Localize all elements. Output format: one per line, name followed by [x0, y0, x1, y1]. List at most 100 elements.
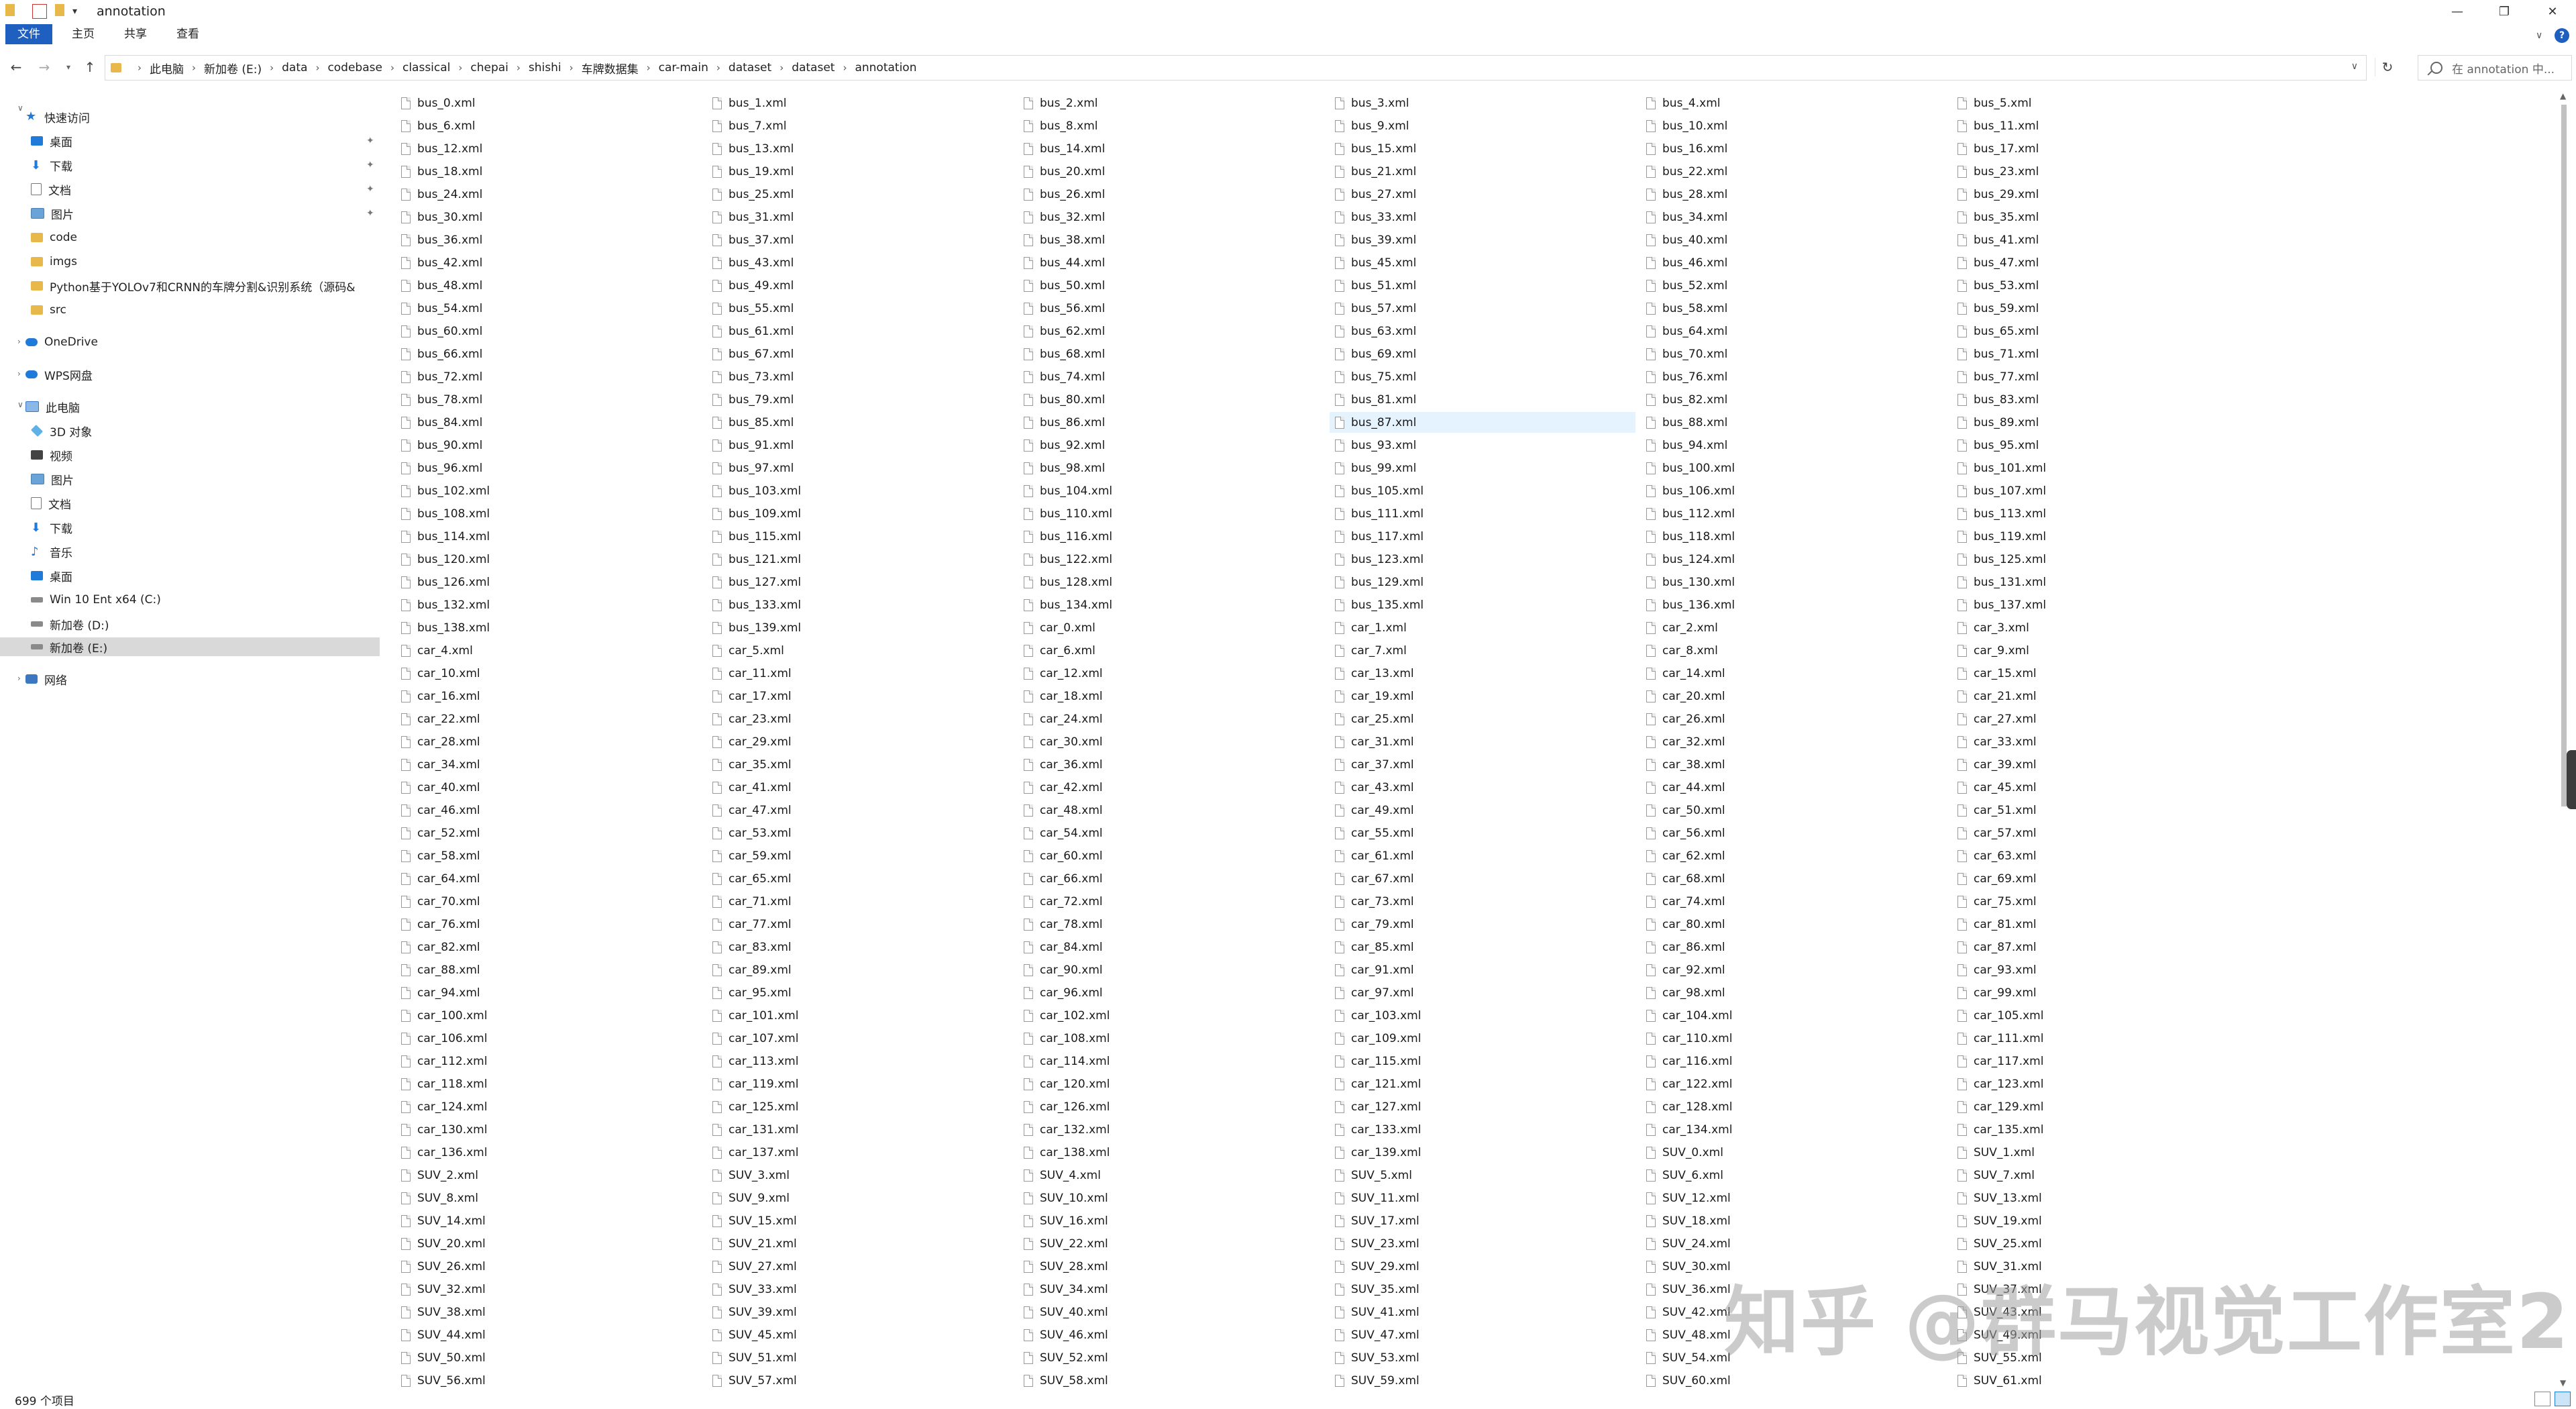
file-item[interactable]: SUV_1.xml — [1952, 1142, 2258, 1163]
maximize-button[interactable]: ❐ — [2494, 3, 2514, 20]
file-item[interactable]: car_15.xml — [1952, 663, 2258, 684]
file-item[interactable]: car_5.xml — [707, 640, 1013, 661]
file-item[interactable]: bus_98.xml — [1018, 458, 1324, 478]
file-item[interactable]: car_124.xml — [396, 1096, 702, 1117]
breadcrumb-codebase[interactable]: codebase — [327, 61, 382, 74]
file-item[interactable]: car_51.xml — [1952, 800, 2258, 821]
scroll-up-icon[interactable]: ▲ — [2560, 91, 2566, 101]
sidebar-item-this-pc[interactable]: 此电脑 — [25, 397, 374, 416]
file-item[interactable]: car_99.xml — [1952, 982, 2258, 1003]
file-item[interactable]: bus_99.xml — [1330, 458, 1635, 478]
file-item[interactable]: car_31.xml — [1330, 731, 1635, 752]
file-item[interactable]: bus_1.xml — [707, 93, 1013, 113]
file-item[interactable]: car_58.xml — [396, 845, 702, 866]
file-item[interactable]: bus_91.xml — [707, 435, 1013, 456]
file-item[interactable]: bus_28.xml — [1641, 184, 1947, 205]
file-item[interactable]: car_100.xml — [396, 1005, 702, 1026]
pin-icon[interactable]: ✦ — [366, 184, 374, 195]
file-item[interactable]: car_75.xml — [1952, 891, 2258, 912]
file-item[interactable]: car_83.xml — [707, 937, 1013, 957]
file-item[interactable]: car_94.xml — [396, 982, 702, 1003]
file-item[interactable]: bus_136.xml — [1641, 594, 1947, 615]
file-item[interactable]: bus_31.xml — [707, 207, 1013, 227]
file-item[interactable]: bus_63.xml — [1330, 321, 1635, 342]
file-item[interactable]: SUV_39.xml — [707, 1302, 1013, 1322]
file-item[interactable]: SUV_16.xml — [1018, 1210, 1324, 1231]
file-item[interactable]: bus_39.xml — [1330, 229, 1635, 250]
file-item[interactable]: SUV_0.xml — [1641, 1142, 1947, 1163]
sidebar-item-downloads-pc[interactable]: ⬇ 下载 — [31, 518, 373, 537]
file-item[interactable]: bus_119.xml — [1952, 526, 2258, 547]
file-item[interactable]: bus_127.xml — [707, 572, 1013, 592]
address-bar[interactable]: › 此电脑 › 新加卷 (E:) › data › codebase › cla… — [105, 55, 2367, 81]
sidebar-item-drive-d[interactable]: 新加卷 (D:) — [31, 615, 373, 633]
file-item[interactable]: car_48.xml — [1018, 800, 1324, 821]
sidebar-item-documents[interactable]: 文档 — [31, 180, 366, 199]
file-item[interactable]: car_36.xml — [1018, 754, 1324, 775]
file-item[interactable]: car_132.xml — [1018, 1119, 1324, 1140]
file-item[interactable]: car_111.xml — [1952, 1028, 2258, 1049]
breadcrumb-dataset[interactable]: dataset — [729, 61, 771, 74]
file-item[interactable]: car_134.xml — [1641, 1119, 1947, 1140]
file-item[interactable]: bus_113.xml — [1952, 503, 2258, 524]
file-item[interactable]: bus_67.xml — [707, 344, 1013, 364]
file-item[interactable]: SUV_35.xml — [1330, 1279, 1635, 1300]
file-item[interactable]: SUV_14.xml — [396, 1210, 702, 1231]
sidebar-item-quick-access[interactable]: ★ 快速访问 — [25, 107, 374, 126]
file-item[interactable]: bus_0.xml — [396, 93, 702, 113]
file-item[interactable]: car_126.xml — [1018, 1096, 1324, 1117]
file-item[interactable]: car_101.xml — [707, 1005, 1013, 1026]
file-item[interactable]: bus_80.xml — [1018, 389, 1324, 410]
file-item[interactable]: bus_77.xml — [1952, 366, 2258, 387]
file-item[interactable]: SUV_51.xml — [707, 1347, 1013, 1368]
file-item[interactable]: car_17.xml — [707, 686, 1013, 707]
file-item[interactable]: SUV_44.xml — [396, 1324, 702, 1345]
file-item[interactable]: bus_30.xml — [396, 207, 702, 227]
chevron-right-icon[interactable]: › — [17, 337, 21, 346]
file-item[interactable]: bus_74.xml — [1018, 366, 1324, 387]
file-item[interactable]: SUV_41.xml — [1330, 1302, 1635, 1322]
file-item[interactable]: car_116.xml — [1641, 1051, 1947, 1072]
file-item[interactable]: bus_105.xml — [1330, 480, 1635, 501]
file-item[interactable]: bus_88.xml — [1641, 412, 1947, 433]
file-item[interactable]: car_106.xml — [396, 1028, 702, 1049]
file-item[interactable]: SUV_21.xml — [707, 1233, 1013, 1254]
file-item[interactable]: bus_20.xml — [1018, 161, 1324, 182]
file-item[interactable]: bus_111.xml — [1330, 503, 1635, 524]
file-item[interactable]: bus_10.xml — [1641, 115, 1947, 136]
file-item[interactable]: bus_100.xml — [1641, 458, 1947, 478]
file-item[interactable]: car_20.xml — [1641, 686, 1947, 707]
file-item[interactable]: SUV_5.xml — [1330, 1165, 1635, 1186]
file-item[interactable]: SUV_28.xml — [1018, 1256, 1324, 1277]
expand-ribbon-chevron-icon[interactable]: ∨ — [2536, 28, 2542, 43]
file-item[interactable]: car_104.xml — [1641, 1005, 1947, 1026]
file-item[interactable]: bus_40.xml — [1641, 229, 1947, 250]
file-item[interactable]: car_77.xml — [707, 914, 1013, 935]
file-item[interactable]: SUV_8.xml — [396, 1188, 702, 1208]
file-item[interactable]: SUV_3.xml — [707, 1165, 1013, 1186]
breadcrumb-shishi[interactable]: shishi — [529, 61, 561, 74]
file-item[interactable]: car_137.xml — [707, 1142, 1013, 1163]
file-item[interactable]: car_62.xml — [1641, 845, 1947, 866]
file-item[interactable]: car_79.xml — [1330, 914, 1635, 935]
file-item[interactable]: bus_101.xml — [1952, 458, 2258, 478]
file-item[interactable]: car_49.xml — [1330, 800, 1635, 821]
file-item[interactable]: car_136.xml — [396, 1142, 702, 1163]
back-button[interactable]: ← — [7, 58, 25, 76]
file-item[interactable]: SUV_7.xml — [1952, 1165, 2258, 1186]
file-item[interactable]: bus_4.xml — [1641, 93, 1947, 113]
file-item[interactable]: SUV_38.xml — [396, 1302, 702, 1322]
file-item[interactable]: SUV_25.xml — [1952, 1233, 2258, 1254]
breadcrumb-dataset-2[interactable]: dataset — [792, 61, 835, 74]
file-item[interactable]: SUV_47.xml — [1330, 1324, 1635, 1345]
file-item[interactable]: bus_102.xml — [396, 480, 702, 501]
file-item[interactable]: car_71.xml — [707, 891, 1013, 912]
file-item[interactable]: bus_56.xml — [1018, 298, 1324, 319]
file-item[interactable]: bus_92.xml — [1018, 435, 1324, 456]
file-item[interactable]: car_18.xml — [1018, 686, 1324, 707]
file-item[interactable]: bus_82.xml — [1641, 389, 1947, 410]
file-item[interactable]: car_90.xml — [1018, 959, 1324, 980]
file-item[interactable]: car_32.xml — [1641, 731, 1947, 752]
file-item[interactable]: bus_48.xml — [396, 275, 702, 296]
sidebar-item-downloads[interactable]: ⬇ 下载 — [31, 156, 366, 174]
